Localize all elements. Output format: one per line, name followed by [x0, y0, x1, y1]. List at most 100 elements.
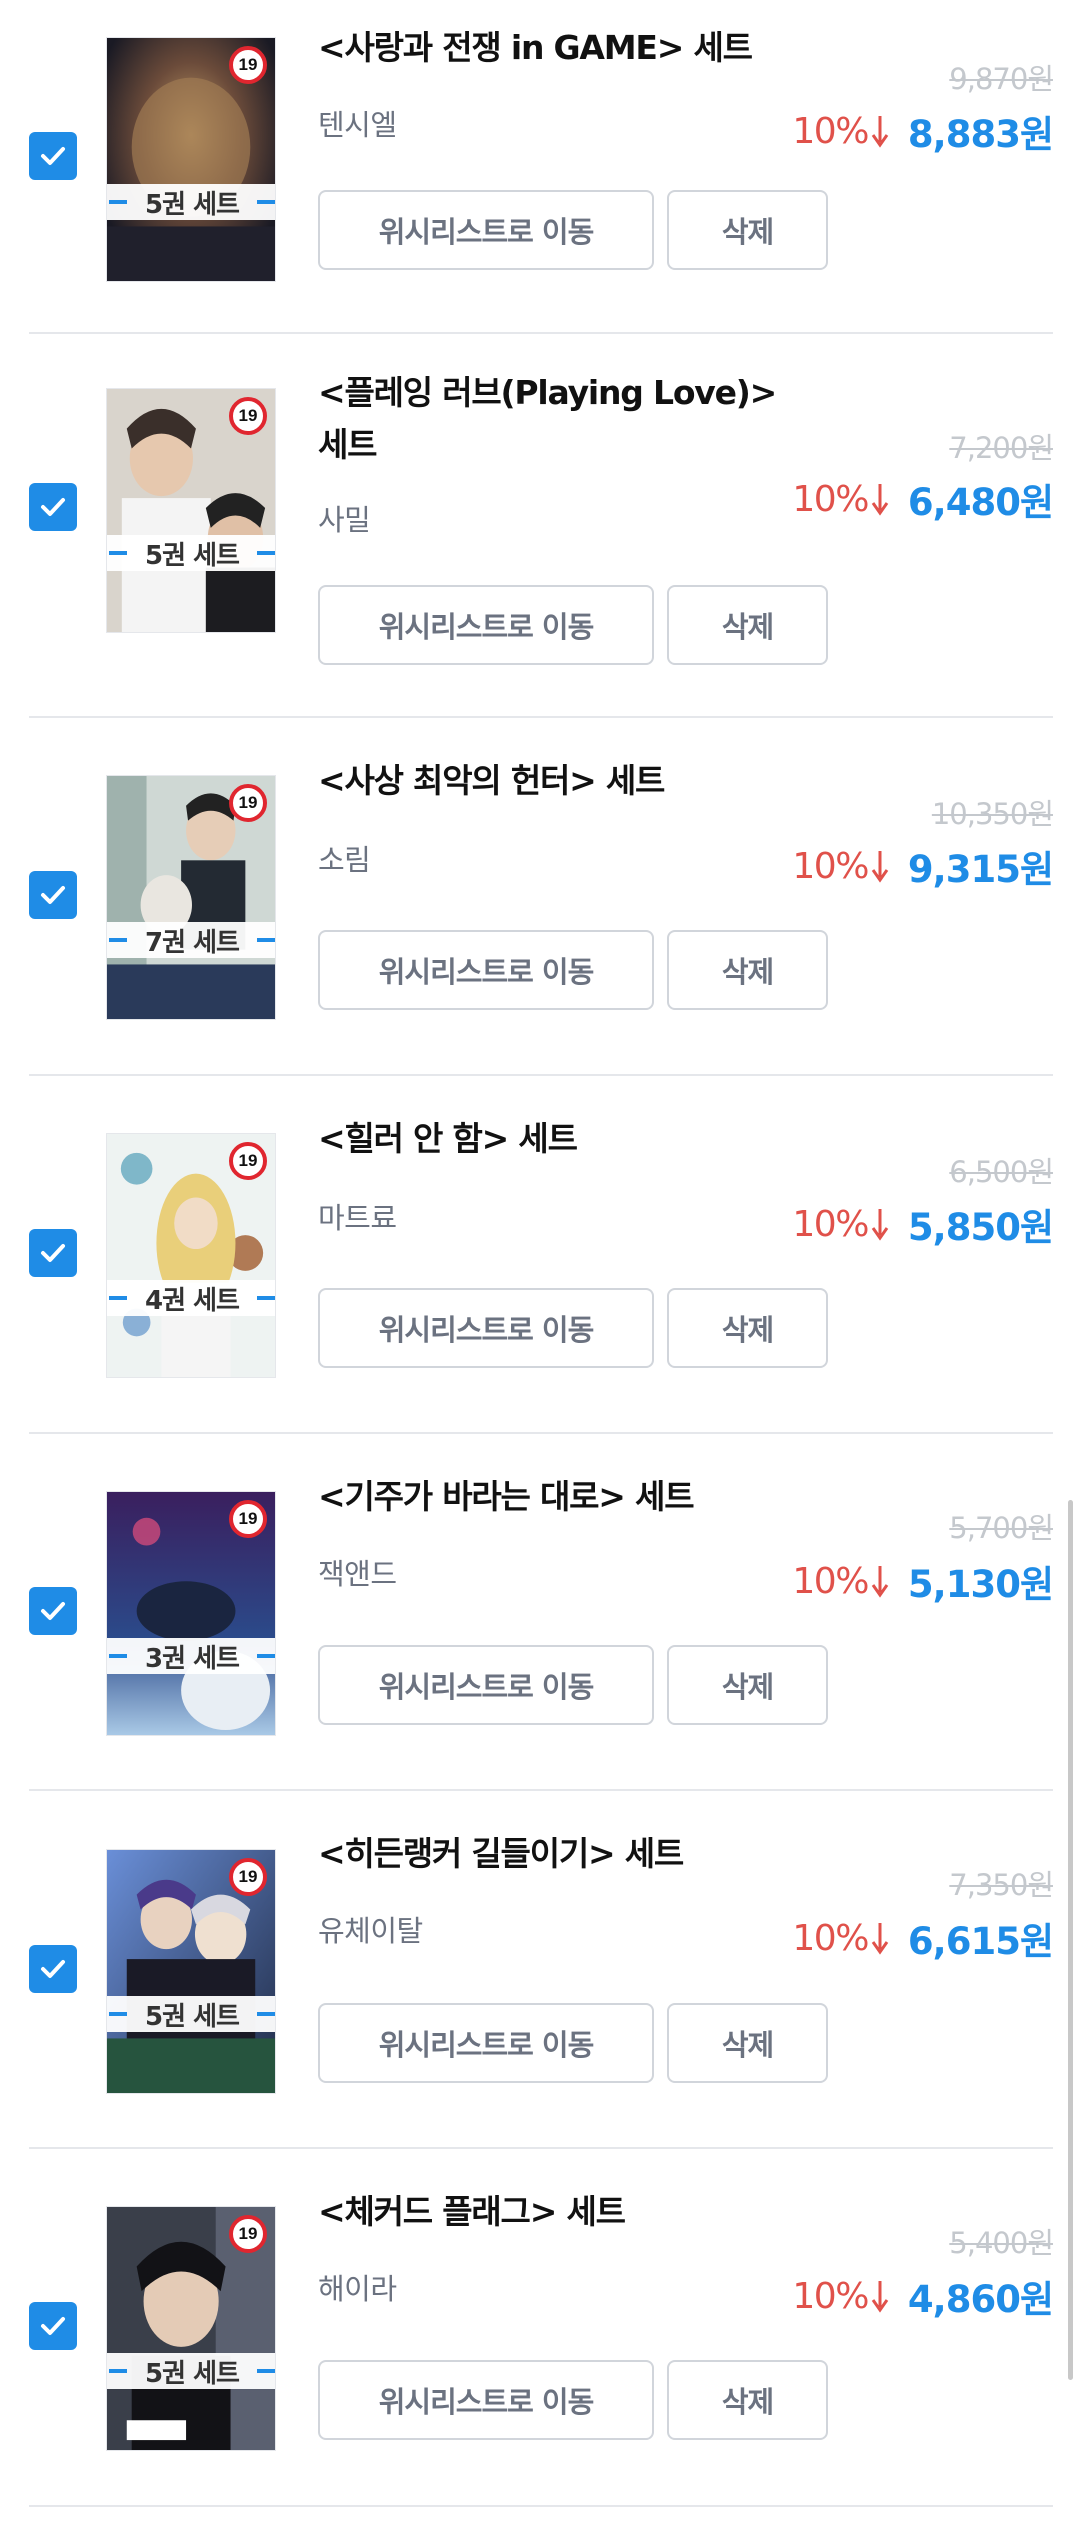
item-checkbox[interactable]: [29, 132, 77, 180]
original-price: 7,200원: [949, 431, 1054, 465]
original-price: 7,350원: [949, 1868, 1054, 1902]
item-title[interactable]: <플레잉 러브(Playing Love)> 세트: [318, 367, 778, 471]
set-count-label: 5권 세트: [145, 540, 240, 571]
item-title[interactable]: <기주가 바라는 대로> 세트: [318, 1471, 778, 1523]
delete-button[interactable]: 삭제: [667, 1645, 828, 1725]
book-cover[interactable]: 19 3권 세트: [106, 1491, 276, 1736]
set-count-label: 4권 세트: [145, 1285, 240, 1316]
item-checkbox[interactable]: [29, 2302, 77, 2350]
item-author: 소림: [318, 843, 371, 877]
set-count-tag: 5권 세트: [107, 535, 275, 571]
item-checkbox[interactable]: [29, 1587, 77, 1635]
checkmark-icon: [41, 1244, 65, 1262]
original-price: 10,350원: [931, 797, 1054, 831]
move-to-wishlist-button[interactable]: 위시리스트로 이동: [318, 585, 654, 665]
age-19-badge: 19: [229, 397, 267, 435]
item-author: 마트료: [318, 1201, 397, 1235]
move-to-wishlist-button[interactable]: 위시리스트로 이동: [318, 2360, 654, 2440]
delete-button[interactable]: 삭제: [667, 585, 828, 665]
delete-button[interactable]: 삭제: [667, 190, 828, 270]
arrow-down-icon: [871, 851, 889, 883]
arrow-down-icon: [871, 1566, 889, 1598]
price-row: 10% 4,860원: [792, 2273, 1054, 2322]
price-row: 10% 5,130원: [792, 1558, 1054, 1607]
age-19-badge: 19: [229, 1858, 267, 1896]
sale-price: 9,315원: [907, 848, 1054, 891]
arrow-down-icon: [871, 1209, 889, 1241]
delete-button[interactable]: 삭제: [667, 930, 828, 1010]
cart-item: 19 5권 세트 <체커드 플래그> 세트 해이라 5,400원 10% 4,8…: [0, 2148, 1075, 2506]
book-cover[interactable]: 19 4권 세트: [106, 1133, 276, 1378]
checkmark-icon: [41, 1602, 65, 1620]
checkmark-icon: [41, 2317, 65, 2335]
book-cover[interactable]: 19 5권 세트: [106, 1849, 276, 2094]
discount-rate: 10%: [792, 478, 869, 520]
discount-rate: 10%: [792, 1917, 869, 1959]
item-author: 텐시엘: [318, 108, 397, 142]
set-count-tag: 5권 세트: [107, 2353, 275, 2389]
item-checkbox[interactable]: [29, 1229, 77, 1277]
sale-price: 8,883원: [907, 113, 1054, 156]
checkmark-icon: [41, 147, 65, 165]
item-title[interactable]: <체커드 플래그> 세트: [318, 2186, 778, 2238]
move-to-wishlist-button[interactable]: 위시리스트로 이동: [318, 1288, 654, 1368]
discount-rate: 10%: [792, 2275, 869, 2317]
set-count-tag: 5권 세트: [107, 1996, 275, 2032]
sale-price: 5,850원: [907, 1206, 1054, 1249]
set-count-tag: 3권 세트: [107, 1638, 275, 1674]
set-count-label: 5권 세트: [145, 2358, 240, 2389]
item-author: 잭앤드: [318, 1557, 397, 1591]
price-row: 10% 6,480원: [792, 476, 1054, 525]
move-to-wishlist-button[interactable]: 위시리스트로 이동: [318, 930, 654, 1010]
arrow-down-icon: [871, 116, 889, 148]
set-count-label: 7권 세트: [145, 927, 240, 958]
discount-rate: 10%: [792, 110, 869, 152]
delete-button[interactable]: 삭제: [667, 2003, 828, 2083]
set-count-label: 3권 세트: [145, 1643, 240, 1674]
item-author: 해이라: [318, 2272, 397, 2306]
original-price: 5,700원: [949, 1511, 1054, 1545]
discount-rate: 10%: [792, 845, 869, 887]
arrow-down-icon: [871, 1923, 889, 1955]
item-checkbox[interactable]: [29, 1945, 77, 1993]
item-title[interactable]: <히든랭커 길들이기> 세트: [318, 1828, 778, 1880]
cart-item: 19 4권 세트 <힐러 안 함> 세트 마트료 6,500원 10% 5,85…: [0, 1075, 1075, 1433]
scrollbar[interactable]: [1068, 1500, 1073, 2380]
original-price: 9,870원: [949, 62, 1054, 96]
delete-button[interactable]: 삭제: [667, 2360, 828, 2440]
item-title[interactable]: <힐러 안 함> 세트: [318, 1113, 778, 1165]
delete-button[interactable]: 삭제: [667, 1288, 828, 1368]
item-checkbox[interactable]: [29, 871, 77, 919]
cart-item: 19 7권 세트 <사상 최악의 헌터> 세트 소림 10,350원 10% 9…: [0, 717, 1075, 1075]
arrow-down-icon: [871, 2281, 889, 2313]
book-cover[interactable]: 19 5권 세트: [106, 37, 276, 282]
item-title[interactable]: <사상 최악의 헌터> 세트: [318, 755, 778, 807]
set-count-tag: 5권 세트: [107, 184, 275, 220]
move-to-wishlist-button[interactable]: 위시리스트로 이동: [318, 2003, 654, 2083]
set-count-tag: 7권 세트: [107, 922, 275, 958]
item-checkbox[interactable]: [29, 483, 77, 531]
checkmark-icon: [41, 886, 65, 904]
sale-price: 5,130원: [907, 1563, 1054, 1606]
move-to-wishlist-button[interactable]: 위시리스트로 이동: [318, 190, 654, 270]
price-row: 10% 9,315원: [792, 843, 1054, 892]
set-count-tag: 4권 세트: [107, 1280, 275, 1316]
cart-item: 19 5권 세트 <히든랭커 길들이기> 세트 유체이탈 7,350원 10% …: [0, 1790, 1075, 2148]
set-count-label: 5권 세트: [145, 2001, 240, 2032]
cart-item: 19 5권 세트 <사랑과 전쟁 in GAME> 세트 텐시엘 9,870원 …: [0, 0, 1075, 333]
discount-rate: 10%: [792, 1560, 869, 1602]
age-19-badge: 19: [229, 2215, 267, 2253]
cart-item: 19 5권 세트 <플레잉 러브(Playing Love)> 세트 사밀 7,…: [0, 333, 1075, 717]
book-cover[interactable]: 19 5권 세트: [106, 2206, 276, 2451]
original-price: 6,500원: [949, 1155, 1054, 1189]
item-author: 사밀: [318, 503, 371, 537]
age-19-badge: 19: [229, 1500, 267, 1538]
price-row: 10% 5,850원: [792, 1201, 1054, 1250]
book-cover[interactable]: 19 5권 세트: [106, 388, 276, 633]
item-author: 유체이탈: [318, 1914, 423, 1948]
book-cover[interactable]: 19 7권 세트: [106, 775, 276, 1020]
age-19-badge: 19: [229, 784, 267, 822]
item-title[interactable]: <사랑과 전쟁 in GAME> 세트: [318, 22, 778, 74]
move-to-wishlist-button[interactable]: 위시리스트로 이동: [318, 1645, 654, 1725]
sale-price: 6,615원: [907, 1920, 1054, 1963]
